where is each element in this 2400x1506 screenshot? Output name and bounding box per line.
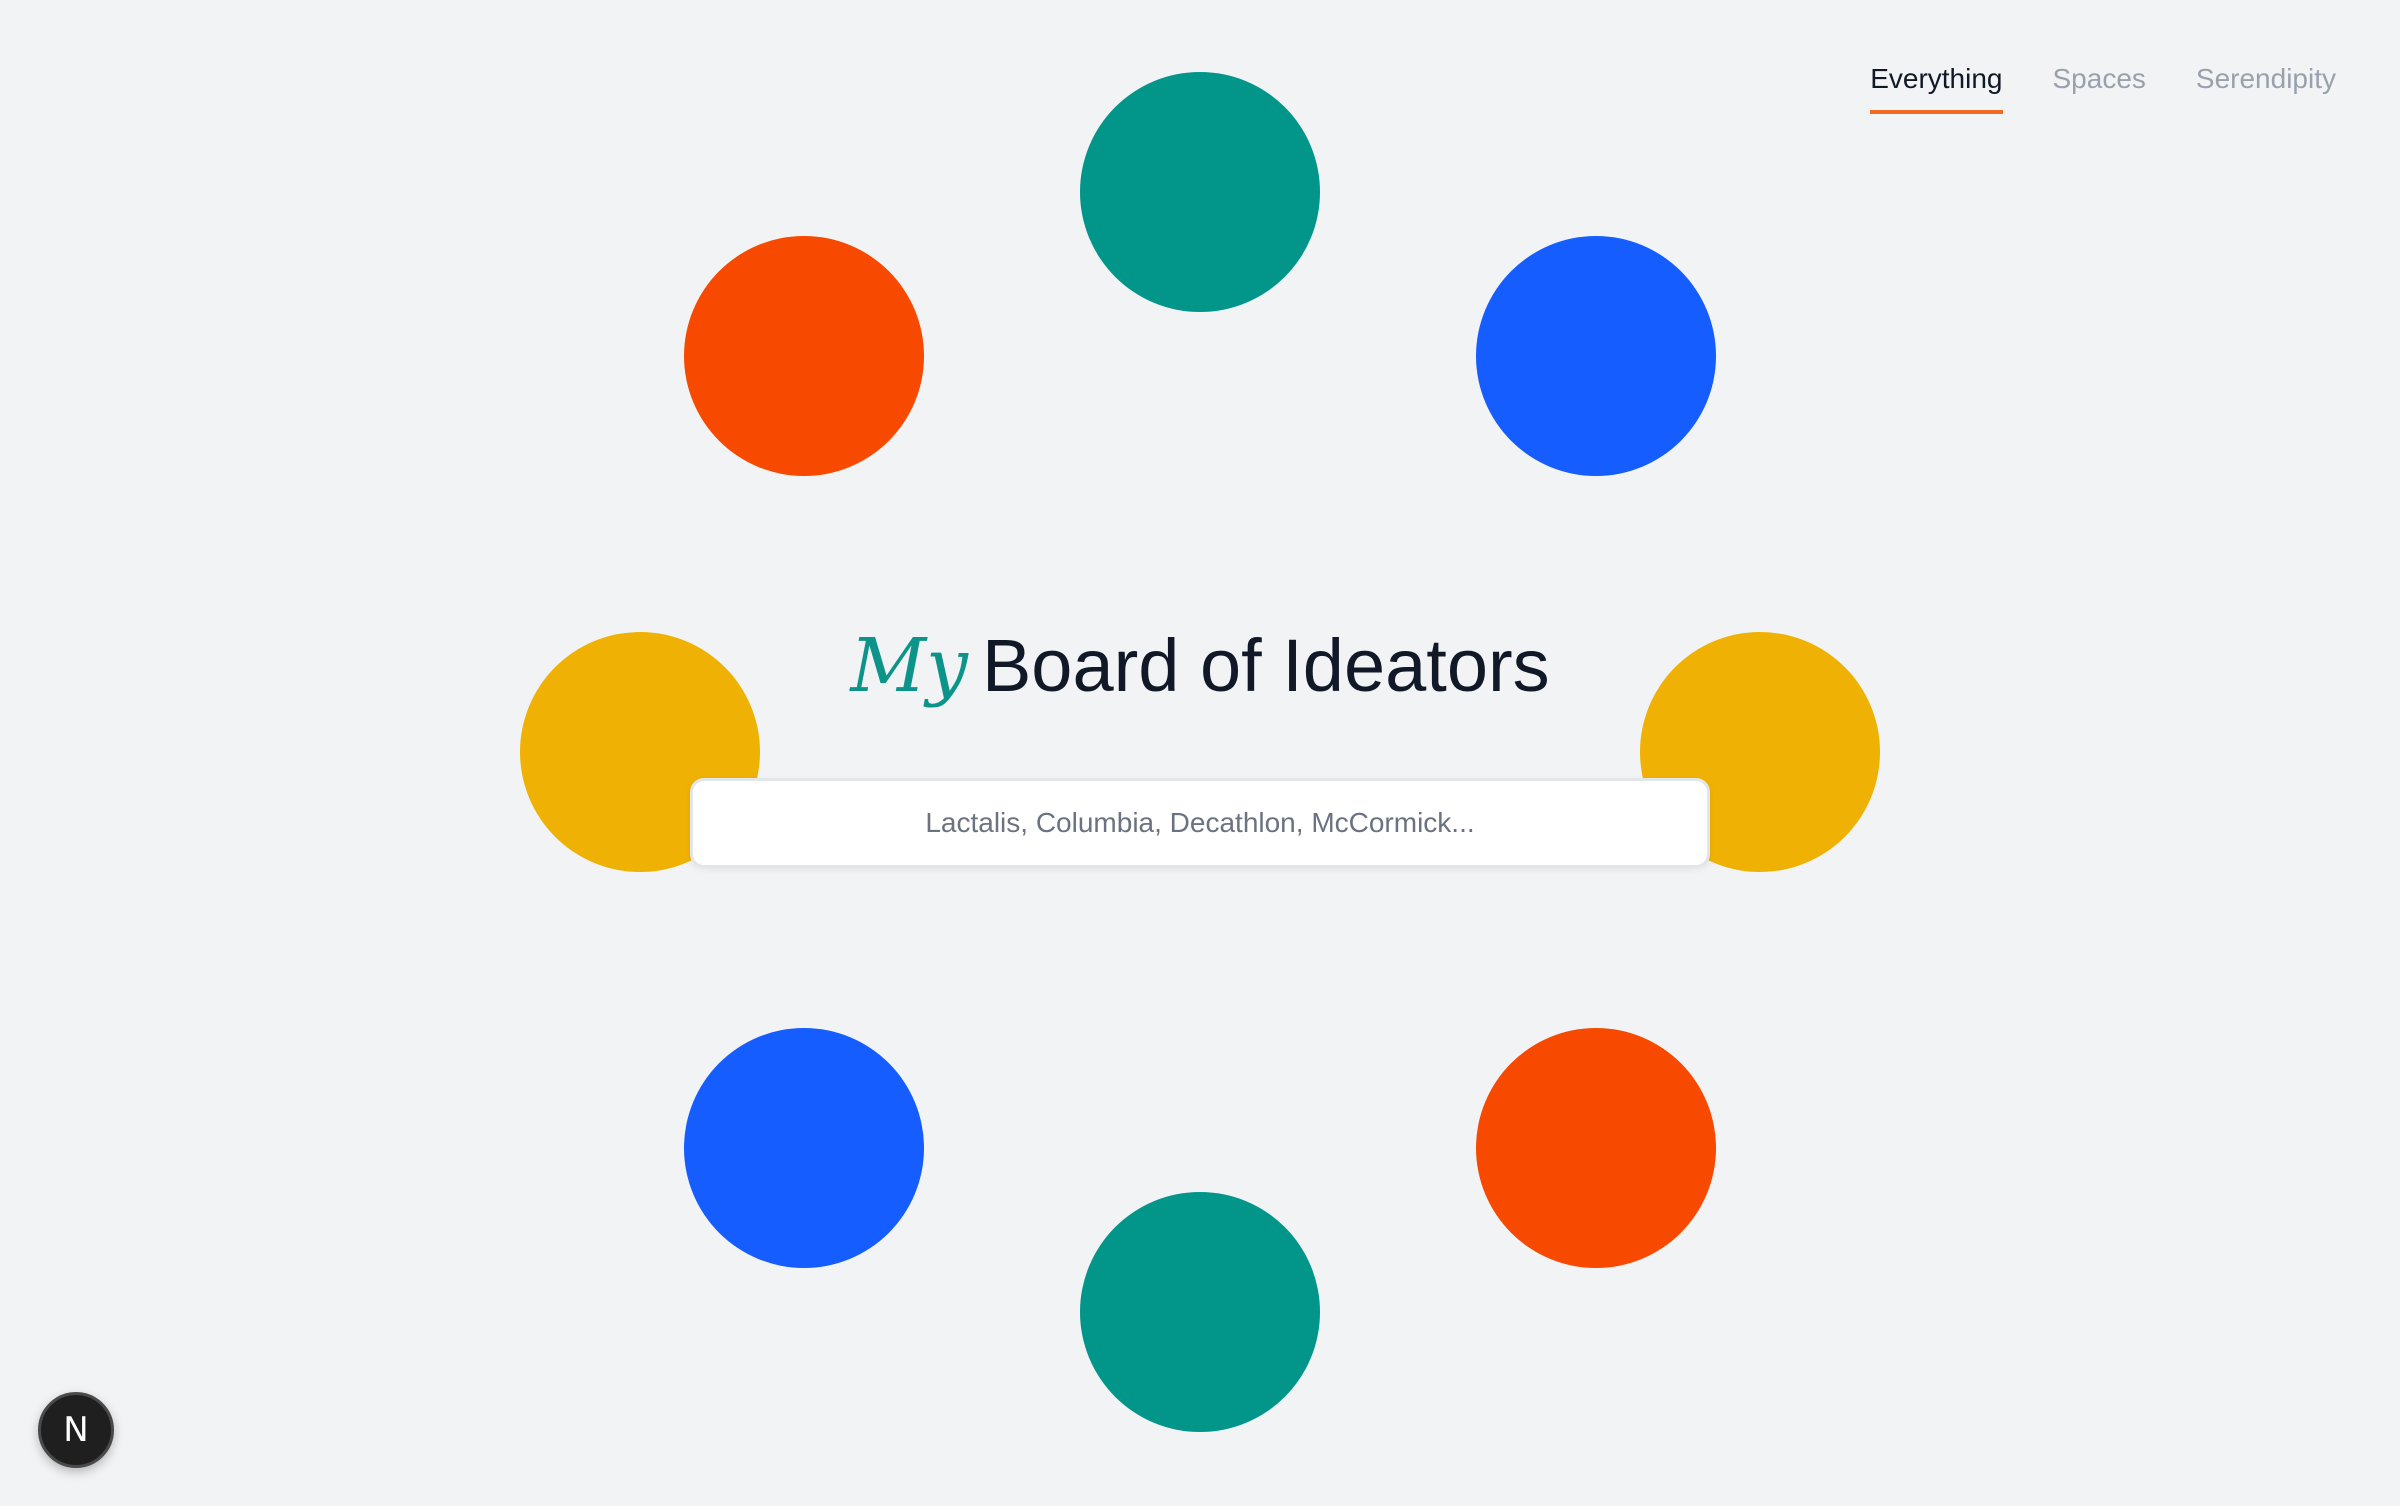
circle-bottom [1080, 1192, 1320, 1432]
circle-bottom-right [1476, 1028, 1716, 1268]
circle-top-right [1476, 236, 1716, 476]
page-title-text: Board of Ideators [981, 624, 1550, 707]
search-input[interactable] [690, 778, 1710, 868]
nextjs-logo-icon[interactable]: N [38, 1392, 114, 1468]
page-title: My Board of Ideators [0, 622, 2400, 711]
page-title-emphasis: My [850, 623, 968, 709]
circle-bottom-left [684, 1028, 924, 1268]
tab-everything[interactable]: Everything [1870, 62, 2003, 114]
circle-top [1080, 72, 1320, 312]
circle-top-left [684, 236, 924, 476]
top-nav: Everything Spaces Serendipity [1870, 62, 2336, 114]
tab-serendipity[interactable]: Serendipity [2196, 62, 2336, 114]
tab-spaces[interactable]: Spaces [2053, 62, 2146, 114]
